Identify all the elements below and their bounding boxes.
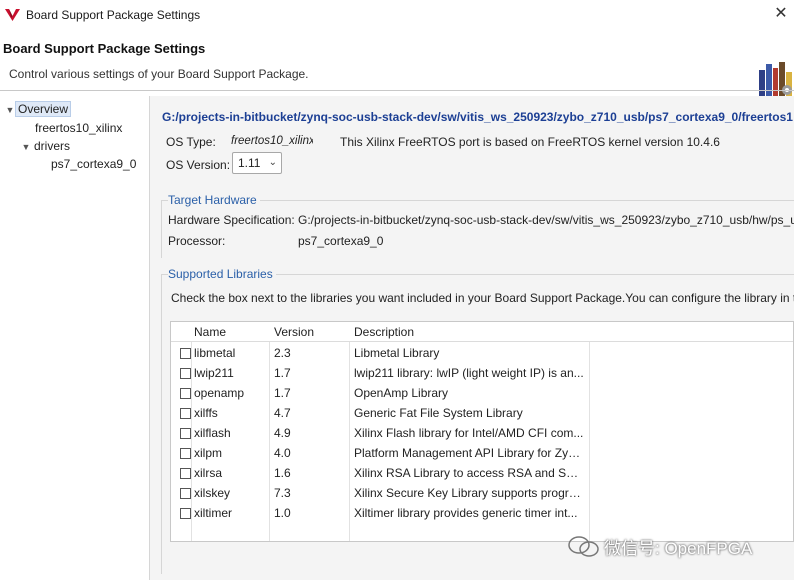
column-header-description[interactable]: Description	[354, 322, 584, 342]
hw-spec-label: Hardware Specification:	[168, 213, 295, 227]
os-version-select[interactable]: 1.11 ⌄	[232, 152, 282, 174]
page-subtitle: Control various settings of your Board S…	[9, 67, 309, 81]
library-checkbox[interactable]	[180, 368, 191, 379]
table-row[interactable]: xilflash 4.9 Xilinx Flash library for In…	[171, 423, 793, 443]
tree-item-ps7-cortexa9[interactable]: ps7_cortexa9_0	[49, 156, 138, 173]
library-checkbox[interactable]	[180, 408, 191, 419]
target-hardware-group	[161, 200, 794, 258]
library-name: xilpm	[194, 446, 223, 460]
window-title: Board Support Package Settings	[26, 8, 201, 22]
page-title: Board Support Package Settings	[3, 41, 206, 56]
target-hardware-title: Target Hardware	[168, 193, 260, 207]
table-row[interactable]: lwip211 1.7 lwip211 library: lwIP (light…	[171, 363, 793, 383]
table-row[interactable]: libmetal 2.3 Libmetal Library	[171, 343, 793, 363]
library-version: 1.7	[274, 366, 291, 380]
library-description: Xiltimer library provides generic timer …	[354, 506, 578, 520]
library-checkbox[interactable]	[180, 468, 191, 479]
library-name: lwip211	[194, 366, 234, 380]
library-version: 4.9	[274, 426, 291, 440]
library-name: xilflash	[194, 426, 231, 440]
bsp-path: G:/projects-in-bitbucket/zynq-soc-usb-st…	[162, 110, 793, 124]
watermark-text: 微信号: OpenFPGA	[604, 539, 753, 558]
table-row[interactable]: openamp 1.7 OpenAmp Library	[171, 383, 793, 403]
library-version: 4.0	[274, 446, 291, 460]
library-description: Libmetal Library	[354, 346, 440, 360]
library-version: 1.0	[274, 506, 291, 520]
library-name: openamp	[194, 386, 245, 400]
tree-item-label: Overview	[14, 101, 72, 117]
table-row[interactable]: xilpm 4.0 Platform Management API Librar…	[171, 443, 793, 463]
library-version: 2.3	[274, 346, 291, 360]
wechat-icon	[568, 536, 599, 557]
library-checkbox[interactable]	[180, 448, 191, 459]
library-name: xiltimer	[194, 506, 232, 520]
library-description: Xilinx RSA Library to access RSA and SHA…	[354, 466, 584, 480]
expand-chevron-icon[interactable]: ▼	[4, 102, 16, 119]
library-checkbox[interactable]	[180, 508, 191, 519]
column-header-version[interactable]: Version	[274, 322, 348, 342]
processor-label: Processor:	[168, 234, 226, 248]
library-checkbox[interactable]	[180, 488, 191, 499]
library-name: libmetal	[194, 346, 236, 360]
processor-value: ps7_cortexa9_0	[298, 234, 384, 248]
table-row[interactable]: xiltimer 1.0 Xiltimer library provides g…	[171, 503, 793, 523]
expand-chevron-icon[interactable]: ▼	[20, 139, 32, 156]
chevron-down-icon: ⌄	[268, 157, 277, 168]
library-version: 4.7	[274, 406, 291, 420]
library-description: Xilinx Secure Key Library supports progr…	[354, 486, 584, 500]
header-separator	[0, 90, 794, 91]
library-name: xilffs	[194, 406, 218, 420]
table-row[interactable]: xilffs 4.7 Generic Fat File System Libra…	[171, 403, 793, 423]
table-header: Name Version Description	[171, 322, 793, 342]
nav-tree: ▼ Overview freertos10_xilinx ▼ drivers ps7…	[0, 96, 148, 580]
tree-item-label: drivers	[34, 139, 71, 153]
library-version: 7.3	[274, 486, 291, 500]
os-type-label: OS Type:	[166, 135, 216, 149]
table-row[interactable]: xilskey 7.3 Xilinx Secure Key Library su…	[171, 483, 793, 503]
table-row[interactable]: xilrsa 1.6 Xilinx RSA Library to access …	[171, 463, 793, 483]
library-checkbox[interactable]	[180, 388, 191, 399]
os-type-value: freertos10_xilinx	[231, 135, 313, 147]
library-version: 1.6	[274, 466, 291, 480]
library-description: Platform Management API Library for Zyn.…	[354, 446, 584, 460]
tree-item-label: freertos10_xilinx	[35, 121, 123, 135]
tree-item-freertos[interactable]: freertos10_xilinx	[33, 120, 124, 137]
supported-libraries-title: Supported Libraries	[168, 267, 276, 281]
books-icon	[759, 62, 792, 96]
library-version: 1.7	[274, 386, 291, 400]
library-name: xilrsa	[194, 466, 223, 480]
dialog-header: Board Support Package Settings Control v…	[0, 30, 794, 96]
vitis-logo-icon	[5, 9, 20, 21]
tree-item-overview[interactable]: ▼ Overview	[4, 101, 72, 119]
window-titlebar: Board Support Package Settings ✕	[0, 0, 794, 30]
tree-item-drivers[interactable]: ▼ drivers	[20, 138, 72, 155]
library-description: Generic Fat File System Library	[354, 406, 523, 420]
os-version-label: OS Version:	[166, 158, 231, 172]
os-type-description: This Xilinx FreeRTOS port is based on Fr…	[340, 135, 720, 149]
library-description: OpenAmp Library	[354, 386, 449, 400]
library-description: lwip211 library: lwIP (light weight IP) …	[354, 366, 584, 380]
library-checkbox[interactable]	[180, 348, 191, 359]
library-description: Xilinx Flash library for Intel/AMD CFI c…	[354, 426, 584, 440]
tree-item-label: ps7_cortexa9_0	[51, 157, 137, 171]
libraries-table: Name Version Description libmetal 2.3 Li…	[170, 321, 794, 542]
close-button[interactable]: ✕	[770, 4, 792, 26]
library-checkbox[interactable]	[180, 428, 191, 439]
libraries-note: Check the box next to the libraries you …	[171, 291, 794, 305]
os-version-value: 1.11	[238, 156, 261, 170]
library-name: xilskey	[194, 486, 231, 500]
column-header-name[interactable]: Name	[194, 322, 271, 342]
hw-spec-value: G:/projects-in-bitbucket/zynq-soc-usb-st…	[298, 213, 794, 227]
